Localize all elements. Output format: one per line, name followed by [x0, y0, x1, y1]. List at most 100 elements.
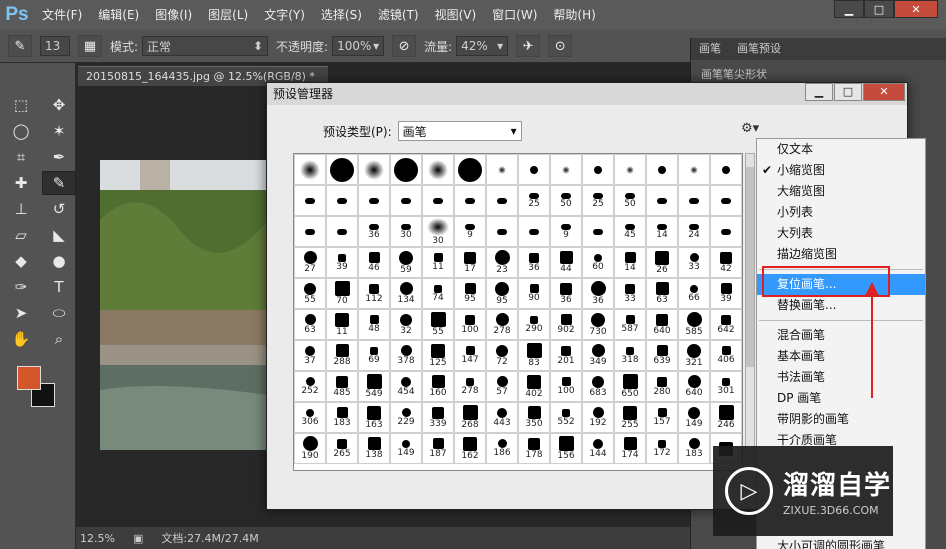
brush-preset-cell[interactable]: 90 — [518, 278, 550, 309]
move-tool-icon[interactable]: ✥ — [42, 93, 76, 117]
brush-preset-cell[interactable]: 201 — [550, 340, 582, 371]
brush-preset-cell[interactable]: 25 — [518, 185, 550, 216]
brush-preset-cell[interactable]: 33 — [614, 278, 646, 309]
brush-preset-cell[interactable] — [422, 154, 454, 185]
brush-preset-cell[interactable] — [454, 185, 486, 216]
zoom-level[interactable]: 12.5% — [80, 532, 115, 545]
brush-preset-cell[interactable]: 50 — [614, 185, 646, 216]
brush-preset-cell[interactable]: 57 — [486, 371, 518, 402]
history-brush-icon[interactable]: ↺ — [42, 197, 76, 221]
blur-tool-icon[interactable]: ◆ — [4, 249, 38, 273]
brush-preset-cell[interactable] — [326, 154, 358, 185]
brush-preset-cell[interactable]: 485 — [326, 371, 358, 402]
brush-preset-cell[interactable] — [710, 185, 742, 216]
brush-preset-cell[interactable]: 149 — [390, 433, 422, 464]
ellipse-tool-icon[interactable]: ⬭ — [42, 301, 76, 325]
menu-item-stroke-thumbnail[interactable]: 描边缩览图 — [757, 244, 925, 265]
lasso-tool-icon[interactable]: ◯ — [4, 119, 38, 143]
brush-preset-cell[interactable]: 70 — [326, 278, 358, 309]
brush-preset-cell[interactable] — [646, 154, 678, 185]
menu-item-drop-shadow-brushes[interactable]: 带阴影的画笔 — [757, 409, 925, 430]
dodge-tool-icon[interactable]: ● — [42, 249, 76, 273]
brush-preset-cell[interactable]: 156 — [550, 433, 582, 464]
brush-preset-cell[interactable]: 100 — [550, 371, 582, 402]
menu-select[interactable]: 选择(S) — [313, 0, 370, 30]
brush-preset-cell[interactable]: 66 — [678, 278, 710, 309]
brush-preset-cell[interactable]: 30 — [422, 216, 454, 247]
brush-preset-cell[interactable] — [358, 185, 390, 216]
brush-preset-cell[interactable]: 683 — [582, 371, 614, 402]
brush-preset-cell[interactable]: 178 — [518, 433, 550, 464]
brush-preset-cell[interactable]: 44 — [550, 247, 582, 278]
brush-preset-cell[interactable] — [294, 216, 326, 247]
brush-preset-cell[interactable]: 186 — [486, 433, 518, 464]
brush-preset-cell[interactable]: 32 — [390, 309, 422, 340]
tab-brush-presets[interactable]: 画笔预设 — [729, 38, 789, 60]
brush-preset-cell[interactable]: 63 — [294, 309, 326, 340]
brush-preset-cell[interactable]: 147 — [454, 340, 486, 371]
brush-preset-cell[interactable]: 278 — [454, 371, 486, 402]
menu-item-dp-brushes[interactable]: DP 画笔 — [757, 388, 925, 409]
path-select-icon[interactable]: ➤ — [4, 301, 38, 325]
brush-preset-cell[interactable]: 14 — [614, 247, 646, 278]
pen-tool-icon[interactable]: ✑ — [4, 275, 38, 299]
brush-preset-cell[interactable]: 288 — [326, 340, 358, 371]
brush-preset-cell[interactable]: 246 — [710, 402, 742, 433]
magic-wand-icon[interactable]: ✶ — [42, 119, 76, 143]
brush-preset-cell[interactable] — [390, 185, 422, 216]
brush-preset-cell[interactable]: 100 — [454, 309, 486, 340]
brush-preset-cell[interactable]: 26 — [646, 247, 678, 278]
brush-preset-cell[interactable]: 406 — [710, 340, 742, 371]
menu-type[interactable]: 文字(Y) — [256, 0, 313, 30]
menu-item-round-brushes[interactable]: 大小可调的圆形画笔 — [777, 537, 885, 549]
close-button[interactable]: ✕ — [894, 0, 938, 18]
brush-preset-cell[interactable]: 30 — [390, 216, 422, 247]
brush-preset-cell[interactable]: 95 — [454, 278, 486, 309]
brush-tool-icon[interactable]: ✎ — [8, 35, 32, 57]
brush-preset-cell[interactable] — [326, 185, 358, 216]
brush-preset-cell[interactable] — [614, 154, 646, 185]
menu-filter[interactable]: 滤镜(T) — [370, 0, 427, 30]
brush-preset-cell[interactable]: 63 — [646, 278, 678, 309]
brush-preset-cell[interactable]: 349 — [582, 340, 614, 371]
brush-preset-cell[interactable]: 183 — [678, 433, 710, 464]
brush-preset-cell[interactable]: 730 — [582, 309, 614, 340]
brush-preset-cell[interactable]: 301 — [710, 371, 742, 402]
menu-item-calligraphic-brushes[interactable]: 书法画笔 — [757, 367, 925, 388]
brush-preset-cell[interactable]: 69 — [358, 340, 390, 371]
brush-preset-cell[interactable]: 549 — [358, 371, 390, 402]
eyedropper-icon[interactable]: ✒ — [42, 145, 76, 169]
opacity-input[interactable]: 100% ▾ — [332, 36, 385, 56]
brush-preset-cell[interactable]: 229 — [390, 402, 422, 433]
airbrush-icon[interactable]: ✈ — [516, 35, 541, 57]
brush-preset-cell[interactable]: 157 — [646, 402, 678, 433]
doc-info-icon[interactable]: ▣ — [133, 532, 143, 545]
brush-preset-cell[interactable]: 60 — [582, 247, 614, 278]
brush-preset-cell[interactable]: 278 — [486, 309, 518, 340]
brush-preset-cell[interactable] — [550, 154, 582, 185]
paint-bucket-icon[interactable]: ◣ — [42, 223, 76, 247]
brush-preset-cell[interactable]: 587 — [614, 309, 646, 340]
dialog-maximize-button[interactable]: □ — [834, 83, 862, 101]
brush-preset-cell[interactable]: 25 — [582, 185, 614, 216]
brush-preset-cell[interactable]: 163 — [358, 402, 390, 433]
brush-preset-cell[interactable]: 149 — [678, 402, 710, 433]
brush-preset-cell[interactable]: 36 — [582, 278, 614, 309]
brush-preset-cell[interactable]: 265 — [326, 433, 358, 464]
brush-preset-cell[interactable]: 585 — [678, 309, 710, 340]
scrollbar-thumb[interactable] — [746, 167, 754, 367]
menu-item-text-only[interactable]: 仅文本 — [757, 139, 925, 160]
brush-preset-cell[interactable] — [646, 185, 678, 216]
brush-preset-cell[interactable]: 650 — [614, 371, 646, 402]
menu-item-small-list[interactable]: 小列表 — [757, 202, 925, 223]
brush-preset-cell[interactable]: 112 — [358, 278, 390, 309]
gear-icon[interactable]: ⚙▾ — [741, 121, 759, 136]
brush-preset-cell[interactable] — [294, 185, 326, 216]
brush-preset-cell[interactable]: 252 — [294, 371, 326, 402]
dialog-minimize-button[interactable]: ▁ — [805, 83, 833, 101]
brush-preset-cell[interactable]: 45 — [614, 216, 646, 247]
brush-preset-cell[interactable]: 172 — [646, 433, 678, 464]
brush-size-picker[interactable]: 13 — [40, 36, 70, 56]
brush-preset-cell[interactable]: 39 — [710, 278, 742, 309]
brush-preset-cell[interactable]: 14 — [646, 216, 678, 247]
